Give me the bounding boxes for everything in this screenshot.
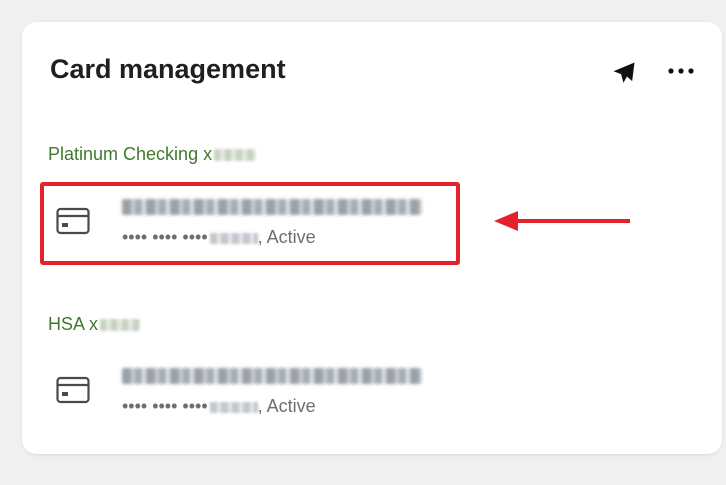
more-horizontal-icon[interactable] (667, 66, 695, 76)
card-row-hsa[interactable]: •••• •••• •••• , Active (50, 360, 470, 420)
card-status: , Active (257, 396, 316, 416)
redacted-cardholder-name (122, 368, 422, 384)
account-label-text: Platinum Checking x (48, 144, 213, 164)
account-label-hsa[interactable]: HSA x (48, 314, 141, 335)
arrow-left-icon (494, 211, 630, 231)
redacted-cardholder-name (122, 199, 422, 215)
account-label-platinum-checking[interactable]: Platinum Checking x (48, 144, 257, 165)
card-management-panel: Card management Platinum Checking x ••••… (22, 22, 722, 454)
account-label-text: HSA x (48, 314, 99, 334)
redacted-card-digits (209, 401, 258, 413)
masked-card-number: •••• •••• •••• (122, 396, 208, 416)
redacted-account-number (100, 319, 141, 332)
panel-title: Card management (50, 54, 286, 84)
card-row-platinum-checking[interactable]: •••• •••• •••• , Active (50, 191, 470, 251)
card-number-status: •••• •••• •••• , Active (122, 396, 316, 417)
masked-card-number: •••• •••• •••• (122, 227, 208, 247)
redacted-card-digits (209, 232, 258, 244)
plane-icon[interactable] (610, 59, 638, 87)
credit-card-icon (56, 207, 90, 235)
redacted-account-number (214, 149, 257, 162)
credit-card-icon (56, 376, 90, 404)
card-number-status: •••• •••• •••• , Active (122, 227, 316, 248)
card-status: , Active (257, 227, 316, 247)
